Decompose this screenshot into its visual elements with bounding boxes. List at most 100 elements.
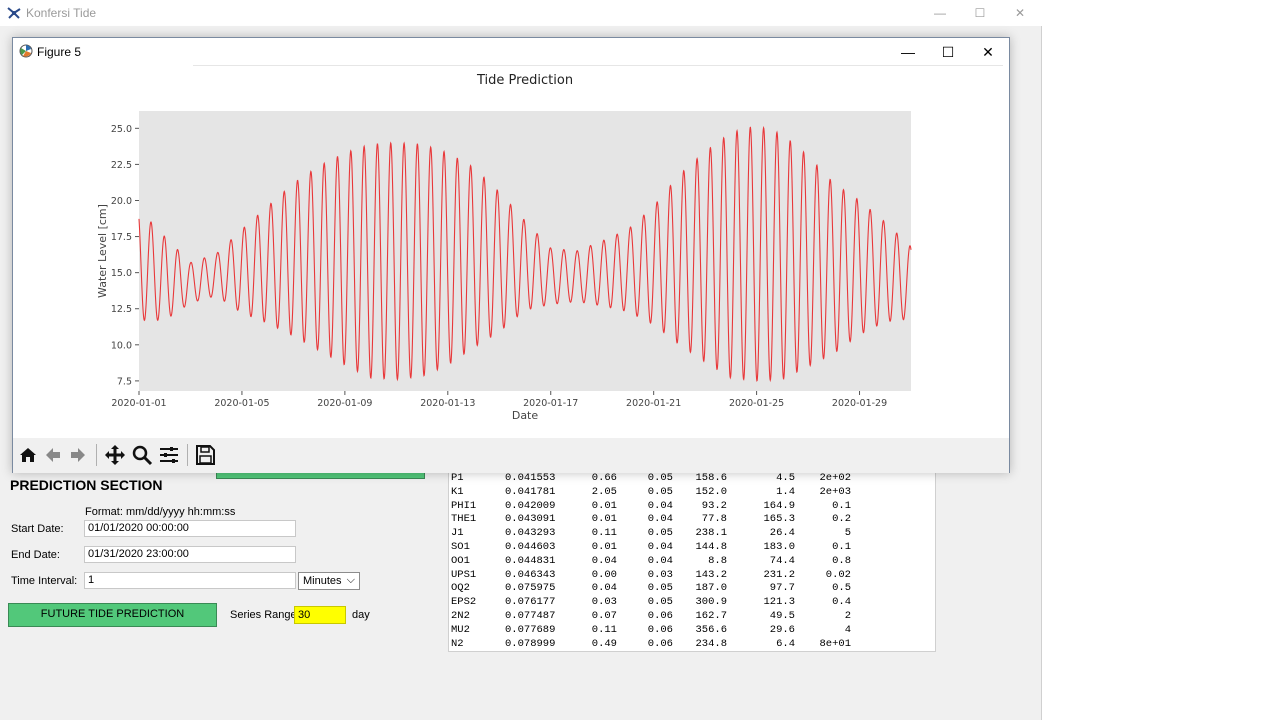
table-row: J1 0.043293 0.11 0.05 238.1 26.4 5 (449, 527, 935, 541)
table-cell: 0.8 (832, 554, 851, 567)
table-cell: 234.8 (695, 637, 727, 650)
table-cell: 231.2 (763, 568, 795, 581)
table-cell: 2e+03 (819, 485, 851, 498)
table-cell: 0.2 (832, 513, 851, 526)
start-date-input[interactable]: 01/01/2020 00:00:00 (84, 520, 296, 537)
table-row: 2N2 0.077487 0.07 0.06 162.7 49.5 2 (449, 610, 935, 624)
table-cell: THE1 (451, 513, 477, 526)
save-icon[interactable] (193, 443, 217, 467)
table-cell: 0.044831 (505, 554, 556, 567)
table-cell: 0.03 (591, 596, 617, 609)
table-cell: 0.5 (832, 582, 851, 595)
table-cell: 144.8 (695, 541, 727, 553)
table-row: SO1 0.044603 0.01 0.04 144.8 183.0 0.1 (449, 541, 935, 555)
table-row: P1 0.041553 0.66 0.05 158.6 4.5 2e+02 (449, 472, 935, 486)
table-row: EPS2 0.076177 0.03 0.05 300.9 121.3 0.4 (449, 596, 935, 610)
time-interval-input[interactable]: 1 (84, 572, 296, 589)
table-cell: 26.4 (769, 527, 795, 540)
table-cell: 300.9 (695, 596, 727, 609)
table-cell: 0.077487 (505, 610, 556, 622)
table-cell: 0.05 (647, 596, 673, 609)
series-range-label: Series Range: (230, 609, 300, 621)
figure-close-button[interactable]: ✕ (968, 38, 1008, 66)
zoom-icon[interactable] (130, 443, 154, 467)
table-cell: 2e+02 (819, 472, 851, 484)
future-tide-prediction-button[interactable]: FUTURE TIDE PREDICTION (8, 603, 217, 627)
toolbar-separator (187, 444, 188, 466)
table-cell: 8e+01 (819, 637, 851, 650)
forward-arrow-icon[interactable] (66, 443, 90, 467)
end-date-label: End Date: (11, 549, 60, 561)
table-cell: OQ2 (451, 582, 470, 595)
x-tick-label: 2020-01-13 (420, 398, 475, 409)
pan-icon[interactable] (103, 443, 127, 467)
x-axis-label: Date (512, 409, 539, 422)
tide-prediction-chart[interactable]: Tide Prediction Date Water Level [cm] 7.5 10… (13, 66, 1009, 438)
table-cell: 0.49 (591, 637, 617, 650)
table-cell: SO1 (451, 541, 470, 553)
close-button[interactable]: ✕ (1000, 0, 1040, 26)
series-range-input[interactable]: 30 (294, 606, 346, 624)
table-cell: 2 (844, 610, 851, 622)
table-cell: 0.66 (591, 472, 617, 484)
table-cell: EPS2 (451, 596, 477, 609)
table-cell: 0.041553 (505, 472, 556, 484)
table-cell: 0.11 (591, 527, 617, 540)
table-row: OO1 0.044831 0.04 0.04 8.8 74.4 0.8 (449, 555, 935, 569)
table-cell: 8.8 (708, 554, 727, 567)
table-cell: 0.042009 (505, 499, 556, 512)
table-row: THE1 0.043091 0.01 0.04 77.8 165.3 0.2 (449, 513, 935, 527)
interval-unit-value: Minutes (303, 575, 342, 587)
table-cell: 0.06 (647, 637, 673, 650)
date-format-hint: Format: mm/dd/yyyy hh:mm:ss (85, 506, 236, 518)
x-tick-label: 2020-01-25 (729, 398, 784, 409)
table-cell: 152.0 (695, 485, 727, 498)
table-cell: 77.8 (701, 513, 727, 526)
table-cell: 0.077689 (505, 623, 556, 636)
table-cell: 2N2 (451, 610, 470, 622)
constituents-table[interactable]: P1 0.041553 0.66 0.05 158.6 4.5 2e+02 K1 0.04178… (448, 472, 936, 652)
table-cell: 165.3 (763, 513, 795, 526)
table-cell: 0.04 (591, 554, 617, 567)
start-date-label: Start Date: (11, 523, 64, 535)
time-interval-label: Time Interval: (11, 575, 78, 587)
y-tick-label: 7.5 (117, 376, 132, 387)
chart-title: Tide Prediction (476, 73, 573, 88)
table-cell: 0.05 (647, 485, 673, 498)
table-row: MU2 0.077689 0.11 0.06 356.6 29.6 4 (449, 624, 935, 638)
table-cell: 0.075975 (505, 582, 556, 595)
table-cell: 0.06 (647, 610, 673, 622)
table-row: PHI1 0.042009 0.01 0.04 93.2 164.9 0.1 (449, 500, 935, 514)
table-cell: 0.043091 (505, 513, 556, 526)
maximize-button[interactable]: ☐ (960, 0, 1000, 26)
table-cell: 0.04 (647, 499, 673, 512)
table-cell: 0.041781 (505, 485, 556, 498)
y-tick-label: 25.0 (111, 124, 132, 135)
table-cell: 1.4 (776, 485, 795, 498)
prediction-section-title: PREDICTION SECTION (10, 477, 163, 493)
table-cell: 0.00 (591, 568, 617, 581)
back-arrow-icon[interactable] (41, 443, 65, 467)
minimize-button[interactable]: — (920, 0, 960, 26)
figure-maximize-button[interactable]: ☐ (928, 38, 968, 66)
figure-minimize-button[interactable]: — (888, 38, 928, 66)
table-cell: 0.01 (591, 513, 617, 526)
figure-toolbar (13, 438, 1009, 473)
table-row: N2 0.078999 0.49 0.06 234.8 6.4 8e+01 (449, 638, 935, 652)
table-cell: 6.4 (776, 637, 795, 650)
x-tick-label: 2020-01-29 (832, 398, 887, 409)
table-cell: 0.04 (647, 513, 673, 526)
configure-subplots-icon[interactable] (157, 443, 181, 467)
table-cell: 0.05 (647, 527, 673, 540)
app-logo-icon (7, 7, 21, 19)
table-row: UPS1 0.046343 0.00 0.03 143.2 231.2 0.02 (449, 569, 935, 583)
end-date-input[interactable]: 01/31/2020 23:00:00 (84, 546, 296, 563)
home-icon[interactable] (16, 443, 40, 467)
table-cell: 2.05 (591, 485, 617, 498)
y-tick-label: 17.5 (111, 232, 132, 243)
interval-unit-select[interactable]: Minutes ⌵ (298, 572, 360, 590)
y-tick-label: 22.5 (111, 160, 132, 171)
x-tick-label: 2020-01-05 (214, 398, 269, 409)
figure-title: Figure 5 (37, 45, 82, 59)
table-cell: 0.04 (647, 541, 673, 553)
